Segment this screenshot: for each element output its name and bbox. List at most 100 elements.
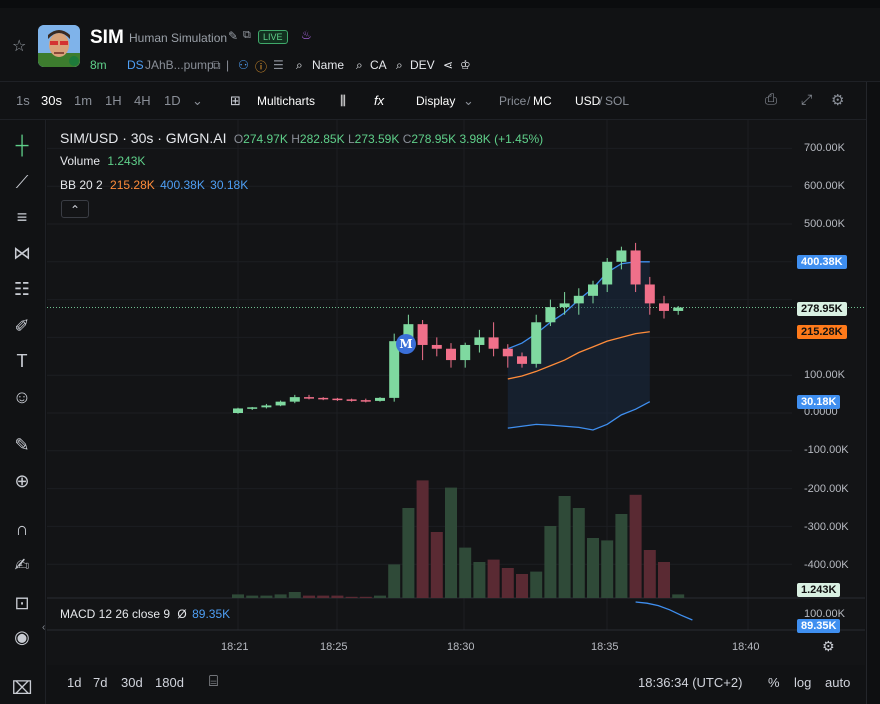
brush-icon[interactable]: ✐ bbox=[10, 314, 34, 338]
lock-drawing-icon[interactable]: ✍ bbox=[10, 553, 34, 577]
macd-legend: MACD 12 26 close 9 Ø 89.35K bbox=[60, 607, 230, 621]
ds-label: DS bbox=[127, 58, 144, 72]
unlock-icon[interactable]: ⊡ bbox=[10, 591, 34, 615]
candle-body bbox=[502, 348, 513, 357]
token-address[interactable]: JAhB...pump bbox=[145, 58, 214, 72]
crown-icon[interactable]: ♔ bbox=[460, 58, 471, 72]
token-avatar bbox=[38, 25, 80, 67]
axis-settings-icon[interactable]: ⚙ bbox=[822, 638, 835, 655]
price-tick: 500.00K bbox=[804, 218, 845, 230]
event-marker[interactable]: M bbox=[396, 334, 416, 354]
macd-symbol: Ø bbox=[177, 607, 187, 621]
volume-bar bbox=[601, 540, 614, 598]
fib-icon[interactable]: ☷ bbox=[10, 277, 34, 301]
text-icon[interactable]: T bbox=[10, 349, 34, 373]
warning-icon[interactable]: ⓘ bbox=[255, 58, 267, 75]
volume-bar bbox=[402, 508, 415, 598]
slash-separator: / bbox=[527, 94, 531, 108]
sol-toggle[interactable]: SOL bbox=[605, 94, 629, 108]
candle-body bbox=[289, 397, 300, 402]
ruler-icon[interactable]: ✎ bbox=[10, 433, 34, 457]
time-tick: 18:21 bbox=[221, 641, 249, 653]
chart-area[interactable]: SIM/USD · 30s · GMGN.AI O274.97K H282.85… bbox=[47, 120, 865, 665]
interval-4h[interactable]: 4H bbox=[134, 93, 151, 108]
percent-toggle[interactable]: % bbox=[768, 675, 780, 690]
candle-body bbox=[545, 307, 556, 323]
volume-legend: Volume 1.243K bbox=[60, 154, 145, 168]
trend-line-icon[interactable]: ⟋ bbox=[10, 170, 34, 194]
macd-value: 89.35K bbox=[192, 607, 231, 621]
bb-mid-value: 215.28K bbox=[110, 178, 155, 192]
fullscreen-icon[interactable]: ⤢ bbox=[801, 91, 812, 108]
range-30d[interactable]: 30d bbox=[121, 675, 143, 690]
range-7d[interactable]: 7d bbox=[93, 675, 107, 690]
log-toggle[interactable]: log bbox=[794, 675, 811, 690]
bb-fill bbox=[507, 261, 650, 431]
interval-1m[interactable]: 1m bbox=[74, 93, 92, 108]
candle-type-icon[interactable]: ⫼ bbox=[340, 93, 346, 109]
copy-address-icon[interactable]: ⧉ bbox=[212, 58, 221, 73]
settings-gear-icon[interactable]: ⚙ bbox=[831, 91, 844, 109]
time-tick: 18:40 bbox=[732, 641, 760, 653]
macd-tag: 89.35K bbox=[797, 619, 841, 633]
eye-icon[interactable]: ◉ bbox=[10, 625, 34, 649]
multicharts-button[interactable]: Multicharts bbox=[257, 94, 315, 108]
price-toggle[interactable]: Price bbox=[499, 94, 526, 108]
favorite-star-icon[interactable]: ☆ bbox=[12, 36, 26, 56]
interval-1s[interactable]: 1s bbox=[16, 93, 30, 108]
candle-body bbox=[559, 303, 570, 308]
interval-dropdown-icon[interactable]: ⌄ bbox=[192, 93, 203, 109]
legend-h-label: H bbox=[291, 132, 300, 146]
interval-1h[interactable]: 1H bbox=[105, 93, 122, 108]
price-tick: -200.00K bbox=[804, 483, 849, 495]
zoom-in-icon[interactable]: ⊕ bbox=[10, 469, 34, 493]
magnet-icon[interactable]: ∩ bbox=[10, 517, 34, 541]
edit-icon[interactable]: ✎ bbox=[228, 29, 238, 43]
search-ca-icon[interactable]: ⌕ bbox=[356, 58, 363, 73]
emoji-icon[interactable]: ☺ bbox=[10, 385, 34, 409]
volume-value: 1.243K bbox=[107, 154, 146, 168]
volume-bar bbox=[658, 562, 670, 598]
search-name-icon[interactable]: ⌕ bbox=[296, 58, 303, 73]
auto-toggle[interactable]: auto bbox=[825, 675, 850, 690]
display-dropdown[interactable]: Display bbox=[416, 94, 455, 108]
right-panel-scrollbar[interactable] bbox=[866, 82, 880, 704]
slash-separator-2: / bbox=[599, 94, 603, 108]
goto-date-icon[interactable]: ⌸ bbox=[209, 673, 218, 690]
display-chevron-icon[interactable]: ⌄ bbox=[463, 93, 474, 109]
range-1d[interactable]: 1d bbox=[67, 675, 81, 690]
camera-icon[interactable]: ⎙ bbox=[765, 91, 777, 108]
usd-toggle[interactable]: USD bbox=[575, 94, 600, 108]
share-icon[interactable]: ⋖ bbox=[443, 58, 453, 72]
mc-toggle[interactable]: MC bbox=[533, 94, 552, 108]
trash-icon[interactable]: ⌧ bbox=[10, 676, 34, 700]
search-name-label[interactable]: Name bbox=[312, 58, 344, 72]
bb-label: BB 20 2 bbox=[60, 178, 103, 192]
macd-label: MACD 12 26 close 9 bbox=[60, 607, 171, 621]
search-dev-icon[interactable]: ⌕ bbox=[396, 58, 403, 73]
copy-icon[interactable]: ⧉ bbox=[243, 29, 251, 42]
collapse-sidebar-icon[interactable]: ‹ bbox=[42, 622, 45, 633]
volume-bar bbox=[501, 568, 514, 598]
candle-body bbox=[233, 408, 243, 413]
user-icon[interactable]: ⚇ bbox=[238, 58, 249, 72]
flame-icon: ♨ bbox=[301, 28, 312, 42]
candle-body bbox=[488, 337, 499, 349]
horizontal-lines-icon[interactable]: ≡ bbox=[10, 205, 34, 229]
add-chart-icon[interactable]: ⊞ bbox=[230, 93, 241, 109]
volume-bar bbox=[274, 594, 287, 598]
collapse-legend-button[interactable]: ⌃ bbox=[61, 200, 89, 218]
range-180d[interactable]: 180d bbox=[155, 675, 184, 690]
pattern-icon[interactable]: ⋈ bbox=[10, 241, 34, 265]
interval-1d[interactable]: 1D bbox=[164, 93, 181, 108]
interval-30s[interactable]: 30s bbox=[41, 93, 62, 108]
list-icon[interactable]: ☰ bbox=[273, 58, 284, 72]
search-dev-label[interactable]: DEV bbox=[410, 58, 435, 72]
crosshair-icon[interactable]: ┼ bbox=[10, 133, 34, 157]
price-tick: 100.00K bbox=[804, 369, 845, 381]
top-strip bbox=[0, 0, 880, 8]
search-ca-label[interactable]: CA bbox=[370, 58, 387, 72]
candle-body bbox=[375, 397, 385, 401]
indicators-fx-button[interactable]: fx bbox=[374, 93, 384, 108]
candlestick-chart[interactable] bbox=[47, 120, 865, 665]
